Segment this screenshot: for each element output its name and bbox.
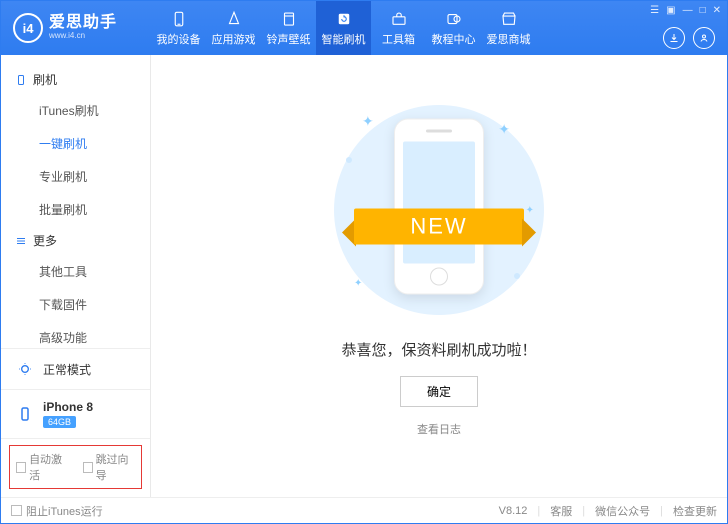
- skin-icon[interactable]: ▣: [666, 5, 675, 16]
- footer: 阻止iTunes运行 V8.12 | 客服 | 微信公众号 | 检查更新: [1, 497, 727, 523]
- nav-label: 铃声壁纸: [267, 31, 311, 47]
- download-button[interactable]: [663, 27, 685, 49]
- refresh-icon: [335, 10, 353, 28]
- checkbox-icon: [16, 462, 26, 473]
- checkbox-block-itunes[interactable]: 阻止iTunes运行: [11, 503, 103, 519]
- support-link[interactable]: 客服: [550, 503, 572, 519]
- checkbox-label: 自动激活: [29, 451, 68, 483]
- side-item-advanced[interactable]: 高级功能: [1, 321, 150, 348]
- success-message: 恭喜您，保资料刷机成功啦！: [341, 339, 536, 360]
- checkbox-auto-activate[interactable]: 自动激活: [16, 451, 69, 483]
- wechat-link[interactable]: 微信公众号: [595, 503, 650, 519]
- side-item-pro[interactable]: 专业刷机: [1, 160, 150, 193]
- side-item-othertools[interactable]: 其他工具: [1, 255, 150, 288]
- top-nav: 我的设备 应用游戏 铃声壁纸 智能刷机 工具箱 教程中心: [151, 1, 536, 55]
- sparkle-icon: ✦: [526, 205, 534, 216]
- app-title: 爱思助手: [49, 15, 117, 32]
- window-controls: ☰ ▣ — □ ✕: [650, 5, 721, 16]
- group-more-title[interactable]: 更多: [1, 226, 150, 255]
- nav-tutorial[interactable]: 教程中心: [426, 1, 481, 55]
- nav-flash[interactable]: 智能刷机: [316, 1, 371, 55]
- nav-apps[interactable]: 应用游戏: [206, 1, 261, 55]
- app-window: i4 爱思助手 www.i4.cn 我的设备 应用游戏 铃声壁纸 智能刷机: [0, 0, 728, 524]
- toolbox-icon: [390, 10, 408, 28]
- close-icon[interactable]: ✕: [713, 5, 721, 16]
- book-icon: [445, 10, 463, 28]
- nav-ringtone[interactable]: 铃声壁纸: [261, 1, 316, 55]
- main-panel: ✦ ✦ ✦ ✦ NEW 恭喜您，保资料刷机成功啦！ 确定 查看日志: [151, 55, 727, 497]
- note-icon: [280, 10, 298, 28]
- apps-icon: [225, 10, 243, 28]
- version-label: V8.12: [499, 505, 528, 517]
- header: i4 爱思助手 www.i4.cn 我的设备 应用游戏 铃声壁纸 智能刷机: [1, 1, 727, 55]
- body: 刷机 iTunes刷机 一键刷机 专业刷机 批量刷机 更多 其他工具 下载固件 …: [1, 55, 727, 497]
- nav-toolbox[interactable]: 工具箱: [371, 1, 426, 55]
- menu-icon[interactable]: ☰: [650, 5, 659, 16]
- mode-label: 正常模式: [43, 361, 91, 378]
- ok-button[interactable]: 确定: [400, 376, 478, 407]
- shop-icon: [500, 10, 518, 28]
- phone-icon: [170, 10, 188, 28]
- sparkle-icon: ✦: [362, 113, 374, 130]
- group-label: 更多: [33, 232, 57, 249]
- sparkle-icon: ✦: [498, 121, 510, 138]
- nav-label: 应用游戏: [212, 31, 256, 47]
- device-block[interactable]: iPhone 8 64GB: [1, 389, 150, 438]
- side-options: 自动激活 跳过向导: [1, 438, 150, 497]
- success-illustration: ✦ ✦ ✦ ✦ NEW: [324, 95, 554, 325]
- maximize-icon[interactable]: □: [700, 5, 706, 16]
- device-name: iPhone 8: [43, 400, 93, 414]
- logo-icon: i4: [13, 13, 43, 43]
- app-subtitle: www.i4.cn: [49, 32, 117, 40]
- side-item-download-fw[interactable]: 下载固件: [1, 288, 150, 321]
- device-icon: [15, 74, 27, 86]
- checkbox-label: 跳过向导: [96, 451, 135, 483]
- ribbon-text: NEW: [354, 209, 524, 245]
- nav-label: 工具箱: [382, 31, 415, 47]
- device-badge: 64GB: [43, 416, 76, 428]
- checkbox-icon: [83, 462, 93, 473]
- group-flash-title[interactable]: 刷机: [1, 65, 150, 94]
- logo: i4 爱思助手 www.i4.cn: [1, 13, 151, 43]
- side-item-batch[interactable]: 批量刷机: [1, 193, 150, 226]
- nav-label: 爱思商城: [487, 31, 531, 47]
- checkbox-icon: [11, 505, 22, 516]
- nav-my-device[interactable]: 我的设备: [151, 1, 206, 55]
- new-ribbon: NEW: [354, 203, 524, 253]
- sidebar: 刷机 iTunes刷机 一键刷机 专业刷机 批量刷机 更多 其他工具 下载固件 …: [1, 55, 151, 497]
- view-log-link[interactable]: 查看日志: [417, 421, 461, 437]
- minimize-icon[interactable]: —: [683, 5, 693, 16]
- highlighted-options: 自动激活 跳过向导: [9, 445, 142, 489]
- checkbox-label: 阻止iTunes运行: [26, 503, 103, 519]
- header-right-buttons: [663, 27, 715, 49]
- check-update-link[interactable]: 检查更新: [673, 503, 717, 519]
- mode-block[interactable]: 正常模式: [1, 348, 150, 389]
- nav-shop[interactable]: 爱思商城: [481, 1, 536, 55]
- checkbox-skip-guide[interactable]: 跳过向导: [83, 451, 136, 483]
- side-item-itunes[interactable]: iTunes刷机: [1, 94, 150, 127]
- sparkle-icon: ✦: [354, 278, 362, 289]
- user-button[interactable]: [693, 27, 715, 49]
- group-label: 刷机: [33, 71, 57, 88]
- nav-label: 我的设备: [157, 31, 201, 47]
- device-icon: [15, 404, 35, 424]
- mode-icon: [15, 359, 35, 379]
- nav-label: 教程中心: [432, 31, 476, 47]
- more-icon: [15, 235, 27, 247]
- nav-label: 智能刷机: [322, 31, 366, 47]
- side-item-oneclick[interactable]: 一键刷机: [1, 127, 150, 160]
